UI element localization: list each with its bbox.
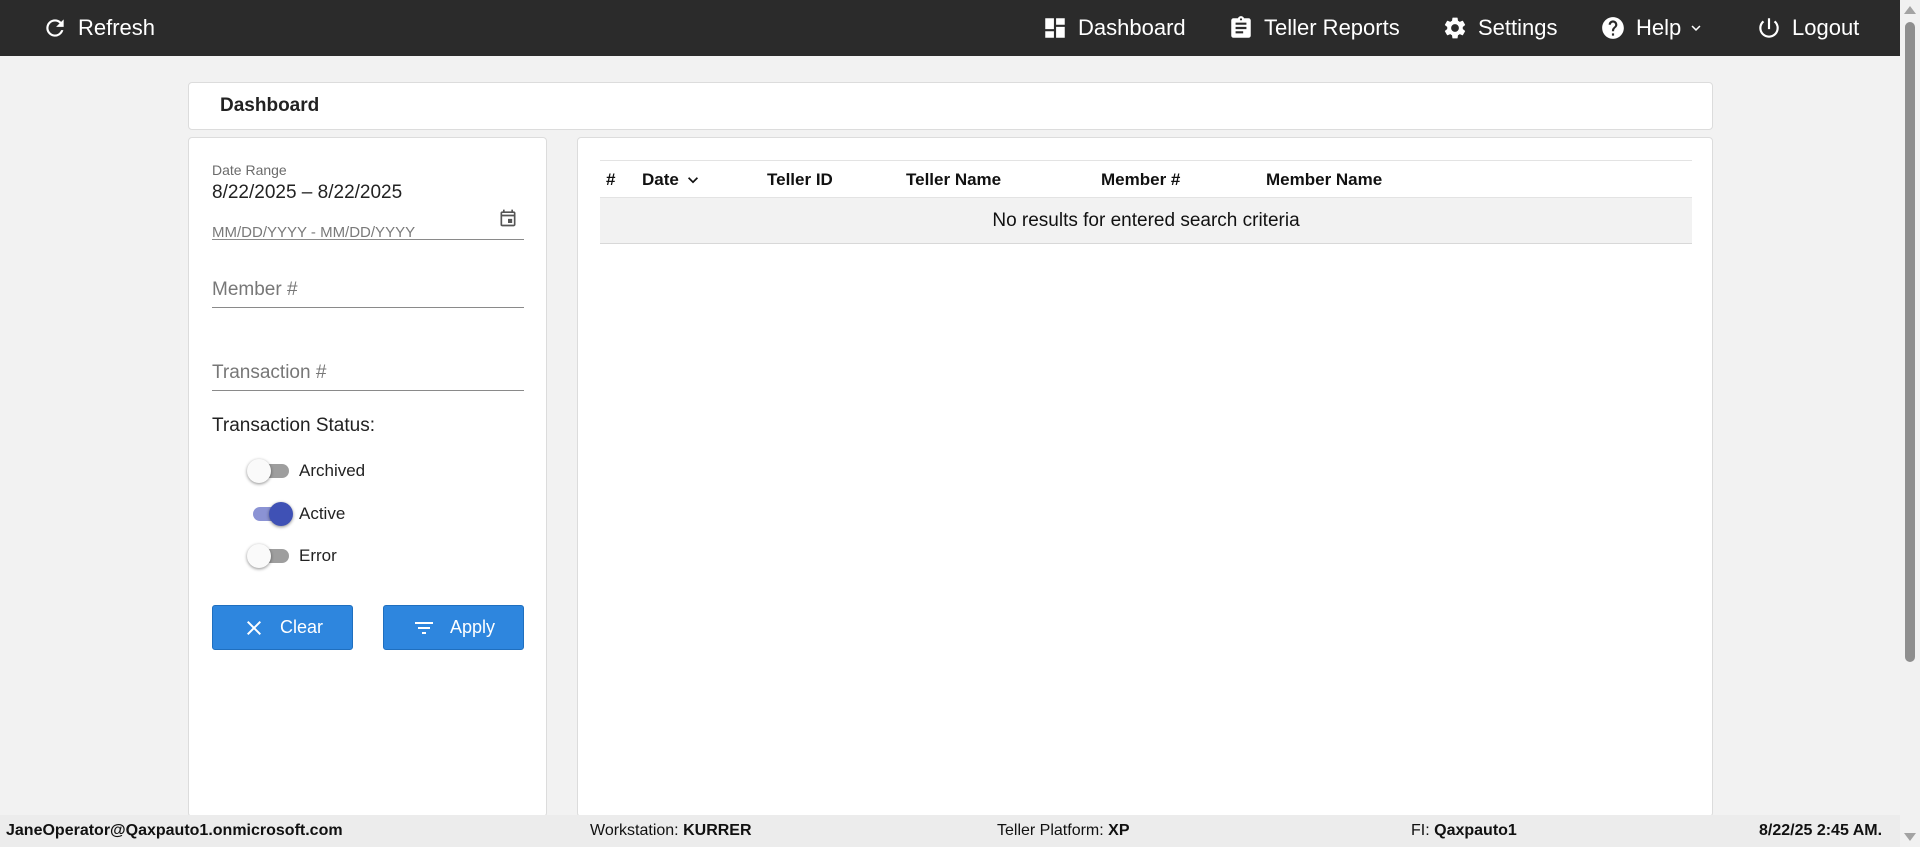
help-icon (1602, 17, 1624, 39)
clear-label: Clear (279, 617, 323, 637)
archived-label: Archived (299, 461, 366, 480)
footer-timestamp: 8/22/25 2:45 AM. (1759, 822, 1883, 839)
results-panel: # Date Teller ID Teller Name Member # Me… (577, 137, 1713, 817)
filter-icon (414, 621, 433, 634)
logout-button[interactable]: Logout (1756, 0, 1859, 56)
apply-label: Apply (449, 617, 496, 637)
date-range-hint: MM/DD/YYYY - MM/DD/YYYY (212, 224, 416, 241)
transaction-number-input[interactable] (212, 362, 524, 384)
top-nav-bar: Refresh Dashboard Teller Reports Setting… (0, 0, 1900, 56)
logout-label: Logout (1792, 15, 1860, 40)
scroll-down-arrow-icon[interactable] (1904, 833, 1916, 841)
clear-button[interactable]: Clear (212, 605, 353, 650)
page-title: Dashboard (220, 95, 320, 116)
footer-workstation: Workstation: KURRER (590, 822, 752, 839)
nav-help-label: Help (1636, 15, 1682, 40)
chevron-down-icon (687, 177, 698, 184)
error-switch[interactable] (247, 544, 291, 568)
toggle-archived[interactable]: Archived (247, 459, 366, 483)
date-range-label: Date Range (212, 162, 287, 178)
gear-icon (1444, 17, 1466, 39)
transaction-status-label: Transaction Status: (212, 415, 375, 436)
column-header-number: # (606, 170, 616, 189)
page-scrollbar[interactable] (1900, 0, 1920, 847)
member-number-input[interactable] (212, 279, 524, 301)
nav-settings-label: Settings (1478, 15, 1558, 40)
member-number-field[interactable] (212, 268, 524, 308)
results-table-header: # Date Teller ID Teller Name Member # Me… (600, 161, 1692, 198)
footer-teller-platform: Teller Platform: XP (997, 822, 1130, 839)
scroll-up-arrow-icon[interactable] (1904, 6, 1916, 14)
active-switch[interactable] (247, 502, 293, 526)
column-header-teller-id: Teller ID (767, 170, 833, 189)
nav-dashboard[interactable]: Dashboard (1042, 0, 1186, 56)
nav-help[interactable]: Help (1600, 0, 1705, 56)
toggle-error[interactable]: Error (247, 544, 337, 568)
column-header-teller-name: Teller Name (906, 170, 1002, 189)
dashboard-icon (1045, 18, 1065, 38)
refresh-icon (46, 19, 64, 37)
column-header-date[interactable]: Date (642, 170, 703, 190)
results-table: # Date Teller ID Teller Name Member # Me… (600, 160, 1692, 244)
filter-panel: Date Range 8/22/2025 – 8/22/2025 MM/DD/Y… (188, 137, 547, 817)
footer-fi: FI: Qaxpauto1 (1411, 822, 1517, 839)
column-header-member-name: Member Name (1266, 170, 1383, 189)
refresh-button[interactable]: Refresh (42, 0, 155, 56)
power-icon (1759, 18, 1779, 38)
footer-user: JaneOperator@Qaxpauto1.onmicrosoft.com (6, 822, 343, 839)
column-header-member-number: Member # (1101, 170, 1181, 189)
no-results-message: No results for entered search criteria (600, 198, 1692, 244)
nav-dashboard-label: Dashboard (1078, 15, 1186, 40)
chevron-down-icon (1691, 25, 1701, 31)
apply-button[interactable]: Apply (383, 605, 524, 650)
toggle-active[interactable]: Active (247, 502, 346, 526)
nav-settings[interactable]: Settings (1442, 0, 1558, 56)
transaction-number-field[interactable] (212, 351, 524, 391)
date-range-value[interactable]: 8/22/2025 – 8/22/2025 (212, 182, 402, 204)
clipboard-icon (1231, 16, 1251, 38)
close-icon (246, 620, 261, 635)
nav-teller-reports-label: Teller Reports (1264, 15, 1400, 40)
page-header: Dashboard (188, 82, 1713, 130)
refresh-label: Refresh (78, 15, 156, 40)
calendar-icon[interactable] (498, 208, 518, 228)
status-footer: JaneOperator@Qaxpauto1.onmicrosoft.com W… (0, 815, 1900, 847)
error-label: Error (299, 546, 337, 565)
active-label: Active (299, 504, 346, 523)
scroll-thumb[interactable] (1905, 22, 1915, 662)
archived-switch[interactable] (247, 459, 291, 483)
nav-teller-reports[interactable]: Teller Reports (1228, 0, 1400, 56)
